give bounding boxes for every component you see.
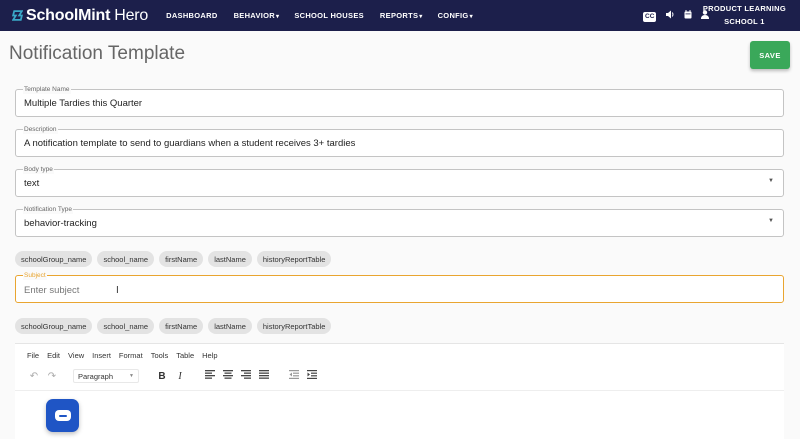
page-title: Notification Template (9, 43, 186, 64)
nav-dashboard[interactable]: DASHBOARD (166, 11, 218, 20)
body-variable-chips: schoolGroup_name school_name firstName l… (15, 318, 336, 334)
variable-chip[interactable]: school_name (97, 251, 155, 267)
variable-chip[interactable]: firstName (159, 318, 204, 334)
description-field[interactable]: Description A notification template to s… (15, 125, 784, 157)
align-left-icon[interactable] (201, 370, 219, 382)
brand-logo[interactable]: SchoolMint Hero (12, 7, 148, 25)
template-name-label: Template Name (23, 85, 71, 94)
nav-behavior[interactable]: BEHAVIOR▾ (234, 11, 280, 20)
variable-chip[interactable]: schoolGroup_name (15, 251, 93, 267)
block-format-value: Paragraph (78, 371, 114, 381)
body-type-value: text (24, 178, 40, 189)
menu-tools[interactable]: Tools (151, 351, 169, 360)
menu-help[interactable]: Help (202, 351, 217, 360)
editor-toolbar: ↶ ↷ Paragraph ▼ B I (25, 369, 321, 383)
body-type-label: Body type (23, 165, 54, 174)
indent-icon[interactable] (303, 370, 321, 382)
account-org: PRODUCT LEARNING (702, 4, 786, 13)
body-type-select[interactable]: Body type text ▼ (15, 165, 784, 197)
notification-type-select[interactable]: Notification Type behavior-tracking ▼ (15, 205, 784, 237)
align-center-icon[interactable] (219, 370, 237, 382)
description-value: A notification template to send to guard… (24, 138, 356, 149)
brand-suffix: Hero (114, 6, 149, 24)
variable-chip[interactable]: school_name (97, 318, 155, 334)
menu-table[interactable]: Table (176, 351, 194, 360)
subject-field[interactable]: Subject Enter subject I (15, 271, 784, 303)
chevron-down-icon: ▼ (129, 373, 134, 379)
undo-icon[interactable]: ↶ (25, 371, 43, 382)
notification-type-value: behavior-tracking (24, 218, 97, 229)
align-right-icon[interactable] (237, 370, 255, 382)
dropdown-arrow-icon: ▼ (768, 178, 774, 184)
redo-icon[interactable]: ↷ (43, 371, 61, 382)
volume-icon[interactable] (665, 10, 675, 22)
subject-variable-chips: schoolGroup_name school_name firstName l… (15, 251, 336, 267)
subject-placeholder: Enter subject (24, 285, 80, 296)
menu-insert[interactable]: Insert (92, 351, 111, 360)
variable-chip[interactable]: schoolGroup_name (15, 318, 93, 334)
menu-format[interactable]: Format (119, 351, 143, 360)
variable-chip[interactable]: lastName (208, 251, 252, 267)
nav-config[interactable]: CONFIG▾ (438, 11, 473, 20)
subject-label: Subject (23, 271, 47, 280)
calendar-icon[interactable] (684, 9, 692, 22)
chevron-down-icon: ▾ (419, 14, 423, 20)
variable-chip[interactable]: firstName (159, 251, 204, 267)
dropdown-arrow-icon: ▼ (768, 218, 774, 224)
menu-view[interactable]: View (68, 351, 84, 360)
account-switcher[interactable]: PRODUCT LEARNING SCHOOL 1 (703, 2, 786, 28)
chat-icon (54, 410, 71, 421)
variable-chip[interactable]: historyReportTable (256, 251, 332, 267)
chat-support-button[interactable] (46, 399, 79, 432)
brand-mark-icon (12, 10, 23, 21)
nav-reports[interactable]: REPORTS▾ (380, 11, 423, 20)
description-label: Description (23, 125, 58, 134)
account-school: SCHOOL 1 (724, 17, 765, 26)
justify-icon[interactable] (255, 370, 273, 382)
menu-file[interactable]: File (27, 351, 39, 360)
template-name-field[interactable]: Template Name Multiple Tardies this Quar… (15, 85, 784, 117)
editor-divider (15, 390, 784, 391)
main-nav: DASHBOARD BEHAVIOR▾ SCHOOL HOUSES REPORT… (166, 11, 488, 20)
italic-icon[interactable]: I (171, 371, 189, 382)
nav-school-houses[interactable]: SCHOOL HOUSES (294, 11, 365, 20)
chevron-down-icon: ▾ (276, 14, 280, 20)
notification-type-label: Notification Type (23, 205, 73, 214)
variable-chip[interactable]: historyReportTable (256, 318, 332, 334)
body-editor: File Edit View Insert Format Tools Table… (15, 343, 784, 439)
top-navbar: SchoolMint Hero DASHBOARD BEHAVIOR▾ SCHO… (0, 0, 800, 31)
template-name-value: Multiple Tardies this Quarter (24, 98, 143, 109)
save-button[interactable]: SAVE (750, 41, 790, 69)
menu-edit[interactable]: Edit (47, 351, 60, 360)
outdent-icon[interactable] (285, 370, 303, 382)
bold-icon[interactable]: B (153, 371, 171, 382)
closed-captions-icon[interactable]: CC (643, 9, 657, 22)
text-cursor-icon: I (116, 285, 119, 296)
brand-name: SchoolMint (26, 6, 111, 24)
chevron-down-icon: ▾ (469, 14, 473, 20)
editor-menubar: File Edit View Insert Format Tools Table… (27, 351, 226, 360)
block-format-select[interactable]: Paragraph ▼ (73, 369, 139, 383)
variable-chip[interactable]: lastName (208, 318, 252, 334)
